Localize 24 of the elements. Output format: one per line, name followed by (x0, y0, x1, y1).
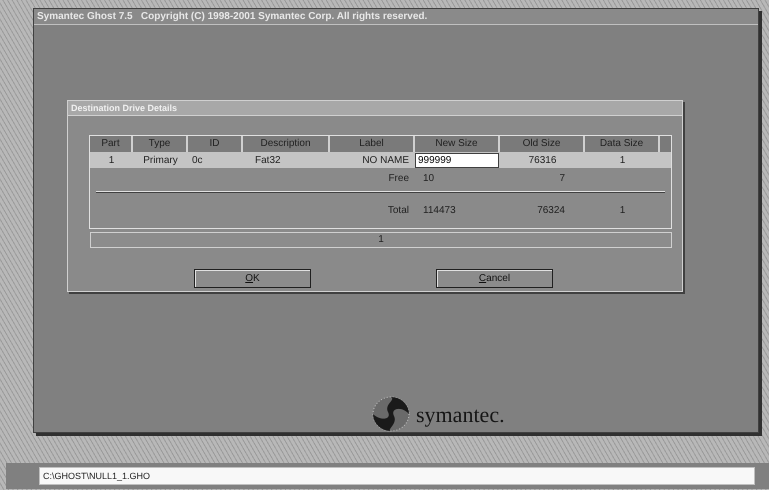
dialog-button[interactable]: Cancel (436, 269, 553, 288)
table-cell-text: 10 (422, 172, 436, 186)
free-label: Free (387, 172, 410, 186)
table-cell-text: 76324 (536, 204, 566, 218)
new-size-field[interactable]: 999999 (415, 152, 499, 168)
table-cell-text: Fat32 (254, 154, 282, 168)
total-label: Total (386, 204, 410, 218)
table-cell-text: 1 (618, 154, 626, 168)
table-cell-text: 1 (618, 204, 626, 218)
window-title: Symantec Ghost 7.5 Copyright (C) 1998-2001 Symantec Corp. All rights reserved. (34, 9, 758, 25)
dialog-button[interactable]: OK (194, 269, 311, 288)
dialog-title: Destination Drive Details (68, 101, 682, 116)
status-field: 1 (90, 232, 672, 248)
path-field: C:\GHOST\NULL1_1.GHO (39, 467, 755, 485)
logo-icon (372, 396, 410, 432)
table-cell-text: 114473 (422, 204, 457, 218)
table-cell-text: 7 (558, 172, 566, 186)
table-cell-text: NO NAME (361, 154, 410, 168)
table-cell-text: 1 (108, 154, 116, 168)
table-cell-text: Primary (142, 154, 179, 168)
table-cell-text: 0c (191, 154, 204, 168)
partition-row[interactable]: 1 Primary 0c Fat32 NO NAME 999999 76316 1 (90, 152, 671, 168)
logo-text: symantec. (416, 400, 505, 429)
table-cell-text: 76316 (528, 154, 558, 168)
